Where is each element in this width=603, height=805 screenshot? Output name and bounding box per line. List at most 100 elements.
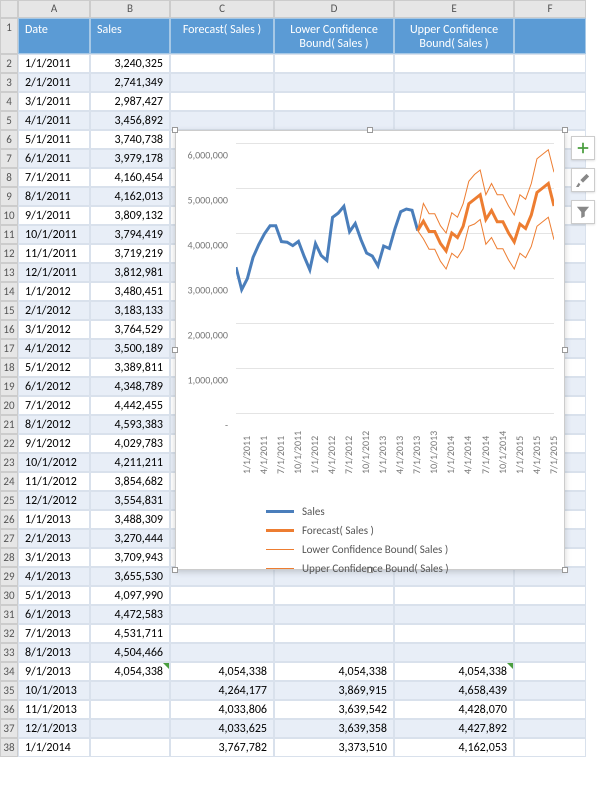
- column-header[interactable]: [0, 0, 18, 18]
- row-header[interactable]: 1: [0, 18, 18, 54]
- cell[interactable]: [394, 73, 514, 92]
- cell[interactable]: 3,639,542: [274, 700, 394, 719]
- chart-series[interactable]: [418, 217, 554, 269]
- row-header[interactable]: 3: [0, 73, 18, 92]
- cell[interactable]: 3/1/2013: [18, 548, 90, 567]
- row-header[interactable]: 27: [0, 529, 18, 548]
- column-header[interactable]: B: [90, 0, 170, 18]
- resize-handle[interactable]: [562, 347, 568, 353]
- cell[interactable]: 4/1/2011: [18, 111, 90, 130]
- cell[interactable]: [90, 738, 170, 757]
- cell[interactable]: [274, 54, 394, 73]
- row-header[interactable]: 36: [0, 700, 18, 719]
- cell[interactable]: 4/1/2012: [18, 339, 90, 358]
- row-header[interactable]: 5: [0, 111, 18, 130]
- cell[interactable]: 4,033,625: [170, 719, 274, 738]
- table-column-header[interactable]: Sales: [90, 18, 170, 54]
- cell[interactable]: 4,054,338: [170, 662, 274, 681]
- cell[interactable]: 7/1/2012: [18, 396, 90, 415]
- cell[interactable]: 3/1/2012: [18, 320, 90, 339]
- cell[interactable]: 3,639,358: [274, 719, 394, 738]
- resize-handle[interactable]: [562, 567, 568, 573]
- cell[interactable]: 6/1/2011: [18, 149, 90, 168]
- cell[interactable]: 4,472,583: [90, 605, 170, 624]
- row-header[interactable]: 26: [0, 510, 18, 529]
- row-header[interactable]: 24: [0, 472, 18, 491]
- table-column-header[interactable]: [514, 18, 586, 54]
- cell[interactable]: [514, 662, 586, 681]
- cell[interactable]: 4,531,711: [90, 624, 170, 643]
- cell[interactable]: 12/1/2013: [18, 719, 90, 738]
- row-header[interactable]: 19: [0, 377, 18, 396]
- cell[interactable]: 3,183,133: [90, 301, 170, 320]
- table-column-header[interactable]: Forecast( Sales ): [170, 18, 274, 54]
- cell[interactable]: 9/1/2012: [18, 434, 90, 453]
- cell[interactable]: 3,809,132: [90, 206, 170, 225]
- forecast-chart[interactable]: -1,000,0002,000,0003,000,0004,000,0005,0…: [175, 130, 565, 570]
- cell[interactable]: [170, 73, 274, 92]
- cell[interactable]: [90, 700, 170, 719]
- cell[interactable]: 4,428,070: [394, 700, 514, 719]
- cell[interactable]: [274, 73, 394, 92]
- cell[interactable]: 3,373,510: [274, 738, 394, 757]
- row-header[interactable]: 11: [0, 225, 18, 244]
- cell[interactable]: 4,097,990: [90, 586, 170, 605]
- table-column-header[interactable]: Date: [18, 18, 90, 54]
- cell[interactable]: 5/1/2012: [18, 358, 90, 377]
- column-header[interactable]: D: [274, 0, 394, 18]
- resize-handle[interactable]: [367, 127, 373, 133]
- table-column-header[interactable]: Lower Confidence Bound( Sales ): [274, 18, 394, 54]
- cell[interactable]: [170, 111, 274, 130]
- cell[interactable]: 3,480,451: [90, 282, 170, 301]
- cell[interactable]: [274, 605, 394, 624]
- cell[interactable]: [394, 624, 514, 643]
- chart-filter-button[interactable]: [571, 200, 595, 224]
- resize-handle[interactable]: [562, 127, 568, 133]
- cell[interactable]: 4,054,338: [90, 662, 170, 681]
- cell[interactable]: [274, 586, 394, 605]
- row-header[interactable]: 14: [0, 282, 18, 301]
- row-header[interactable]: 12: [0, 244, 18, 263]
- cell[interactable]: 4,593,383: [90, 415, 170, 434]
- row-header[interactable]: 6: [0, 130, 18, 149]
- row-header[interactable]: 18: [0, 358, 18, 377]
- column-header[interactable]: A: [18, 0, 90, 18]
- cell[interactable]: [274, 624, 394, 643]
- row-header[interactable]: 33: [0, 643, 18, 662]
- cell[interactable]: 2,741,349: [90, 73, 170, 92]
- cell[interactable]: 4,658,439: [394, 681, 514, 700]
- cell[interactable]: [514, 719, 586, 738]
- cell[interactable]: 3,240,325: [90, 54, 170, 73]
- cell[interactable]: 3,655,530: [90, 567, 170, 586]
- cell[interactable]: [394, 586, 514, 605]
- cell[interactable]: 3,854,682: [90, 472, 170, 491]
- cell[interactable]: 10/1/2013: [18, 681, 90, 700]
- cell[interactable]: [514, 73, 586, 92]
- cell[interactable]: [394, 643, 514, 662]
- row-header[interactable]: 10: [0, 206, 18, 225]
- row-header[interactable]: 21: [0, 415, 18, 434]
- cell[interactable]: [274, 111, 394, 130]
- row-header[interactable]: 15: [0, 301, 18, 320]
- cell[interactable]: 3,812,981: [90, 263, 170, 282]
- cell[interactable]: [170, 643, 274, 662]
- cell[interactable]: [514, 700, 586, 719]
- resize-handle[interactable]: [172, 567, 178, 573]
- cell[interactable]: 3,794,419: [90, 225, 170, 244]
- chart-plot-area[interactable]: [236, 143, 554, 413]
- cell[interactable]: [170, 605, 274, 624]
- cell[interactable]: 9/1/2011: [18, 206, 90, 225]
- cell[interactable]: 4,162,053: [394, 738, 514, 757]
- cell[interactable]: 8/1/2012: [18, 415, 90, 434]
- cell[interactable]: 4,211,211: [90, 453, 170, 472]
- cell[interactable]: [394, 111, 514, 130]
- cell[interactable]: 4,033,806: [170, 700, 274, 719]
- row-header[interactable]: 9: [0, 187, 18, 206]
- cell[interactable]: [394, 605, 514, 624]
- cell[interactable]: 11/1/2013: [18, 700, 90, 719]
- cell[interactable]: [514, 643, 586, 662]
- cell[interactable]: [90, 681, 170, 700]
- cell[interactable]: [394, 92, 514, 111]
- table-column-header[interactable]: Upper Confidence Bound( Sales ): [394, 18, 514, 54]
- cell[interactable]: 7/1/2013: [18, 624, 90, 643]
